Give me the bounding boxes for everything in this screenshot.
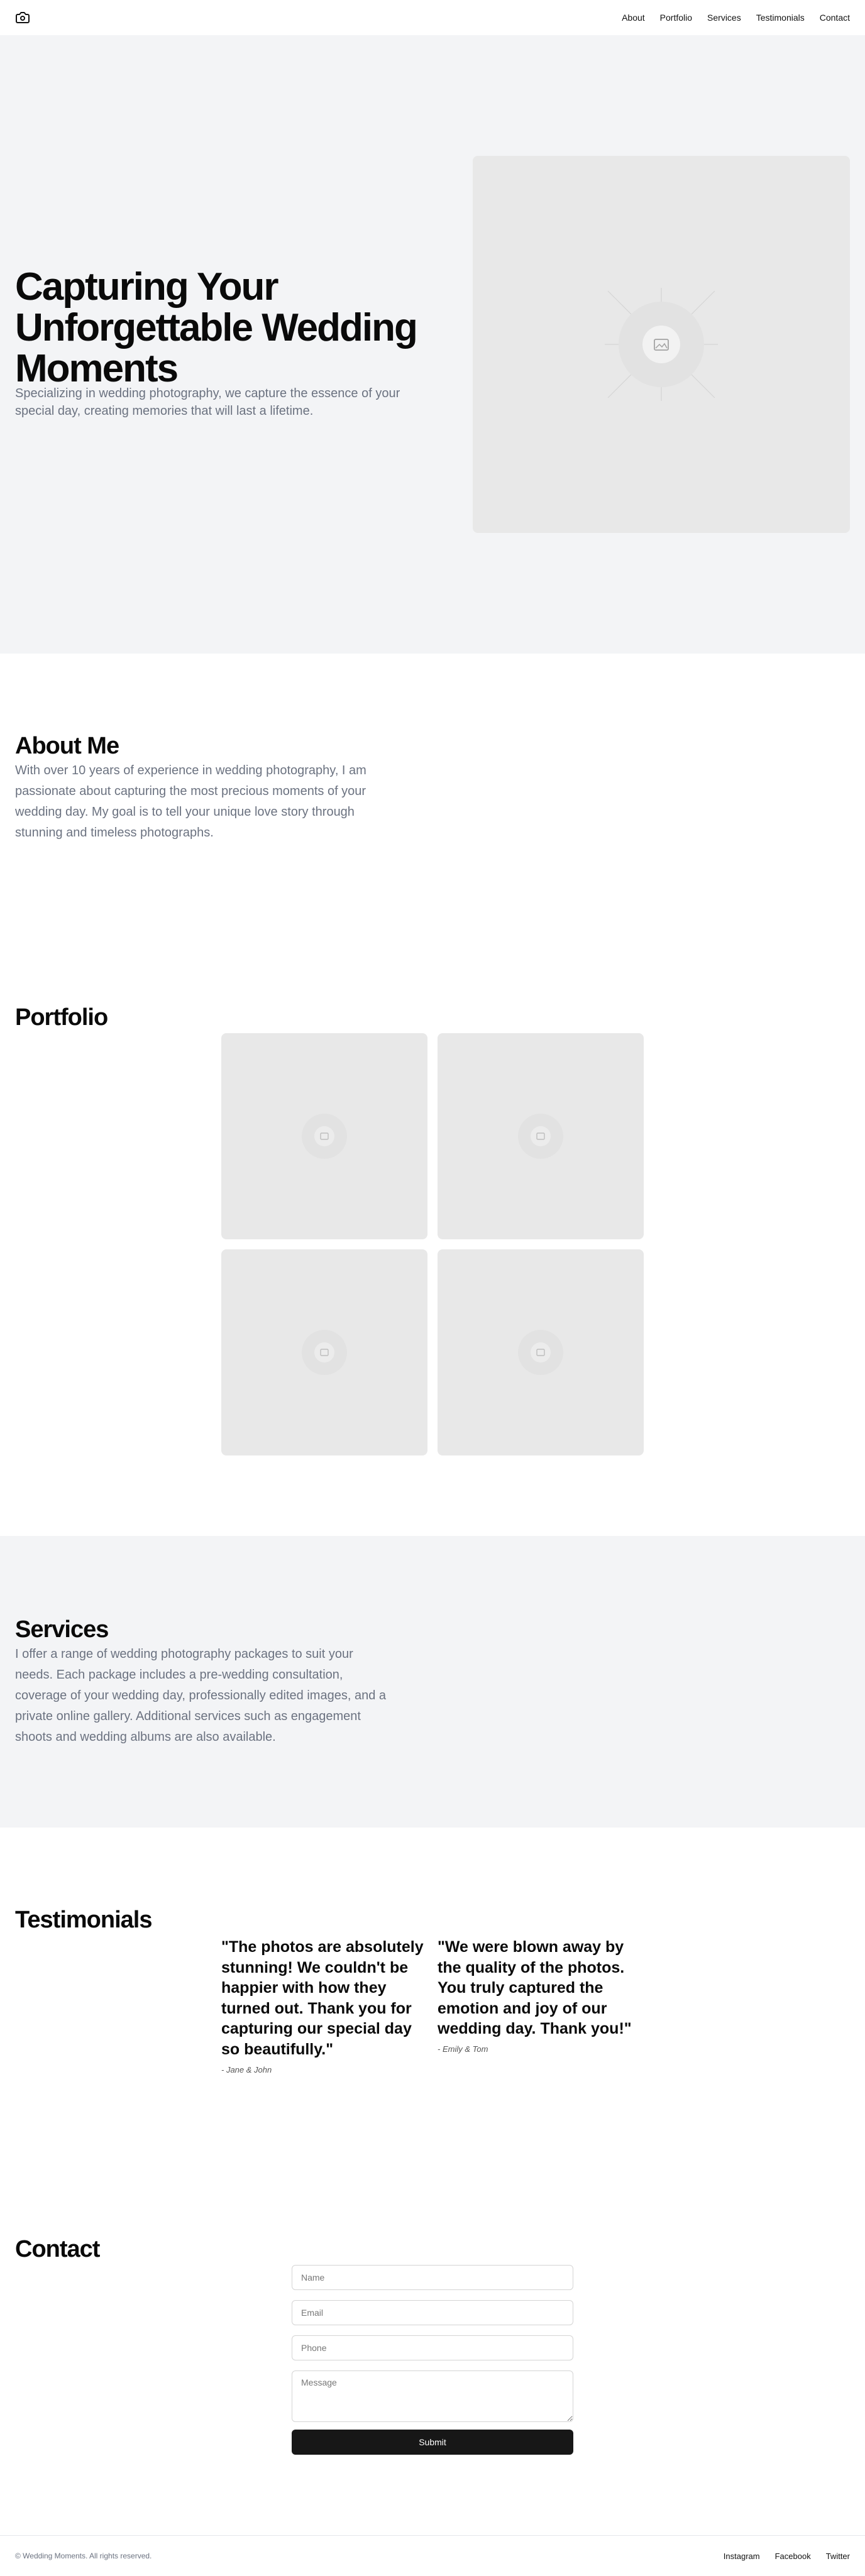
nav-testimonials[interactable]: Testimonials bbox=[756, 13, 805, 23]
testimonial-author: - Jane & John bbox=[221, 2065, 272, 2075]
camera-icon[interactable] bbox=[15, 10, 30, 25]
footer-link-twitter[interactable]: Twitter bbox=[826, 2551, 850, 2561]
about-text: With over 10 years of experience in wedd… bbox=[15, 764, 366, 840]
portfolio-image[interactable] bbox=[438, 1249, 644, 1455]
image-placeholder-icon bbox=[518, 1330, 563, 1375]
footer-links: Instagram Facebook Twitter bbox=[724, 2551, 850, 2561]
site-header: About Portfolio Services Testimonials Co… bbox=[0, 0, 865, 35]
testimonials-title: Testimonials bbox=[15, 1907, 152, 1933]
message-field[interactable] bbox=[292, 2370, 573, 2422]
name-field[interactable] bbox=[292, 2265, 573, 2290]
testimonial-quote: "The photos are absolutely stunning! We … bbox=[221, 1938, 424, 2058]
contact-title: Contact bbox=[15, 2236, 100, 2262]
services-text: I offer a range of wedding photography p… bbox=[15, 1647, 386, 1744]
copyright-text: © Wedding Moments. All rights reserved. bbox=[15, 2551, 152, 2560]
main-nav: About Portfolio Services Testimonials Co… bbox=[622, 13, 850, 23]
hero-image bbox=[473, 156, 850, 533]
footer-link-facebook[interactable]: Facebook bbox=[775, 2551, 811, 2561]
about-title: About Me bbox=[15, 733, 119, 759]
hero-title: Capturing Your Unforgettable Wedding Mom… bbox=[15, 265, 418, 391]
phone-field[interactable] bbox=[292, 2335, 573, 2360]
image-placeholder-icon bbox=[302, 1114, 347, 1159]
hero-section: Capturing Your Unforgettable Wedding Mom… bbox=[0, 35, 865, 654]
image-placeholder-icon bbox=[605, 288, 718, 401]
portfolio-image[interactable] bbox=[221, 1033, 427, 1239]
hero-subtitle: Specializing in wedding photography, we … bbox=[15, 386, 400, 418]
nav-services[interactable]: Services bbox=[707, 13, 741, 23]
nav-contact[interactable]: Contact bbox=[820, 13, 850, 23]
image-placeholder-icon bbox=[302, 1330, 347, 1375]
footer-link-instagram[interactable]: Instagram bbox=[724, 2551, 760, 2561]
testimonial-author: - Emily & Tom bbox=[438, 2044, 488, 2054]
services-title: Services bbox=[15, 1616, 109, 1643]
nav-about[interactable]: About bbox=[622, 13, 645, 23]
testimonial-quote: "We were blown away by the quality of th… bbox=[438, 1938, 632, 2037]
submit-button[interactable]: Submit bbox=[292, 2430, 573, 2455]
portfolio-image[interactable] bbox=[438, 1033, 644, 1239]
portfolio-title: Portfolio bbox=[15, 1004, 108, 1031]
site-footer: © Wedding Moments. All rights reserved. … bbox=[0, 2535, 865, 2576]
image-placeholder-icon bbox=[518, 1114, 563, 1159]
nav-portfolio[interactable]: Portfolio bbox=[660, 13, 692, 23]
portfolio-image[interactable] bbox=[221, 1249, 427, 1455]
email-field[interactable] bbox=[292, 2300, 573, 2325]
